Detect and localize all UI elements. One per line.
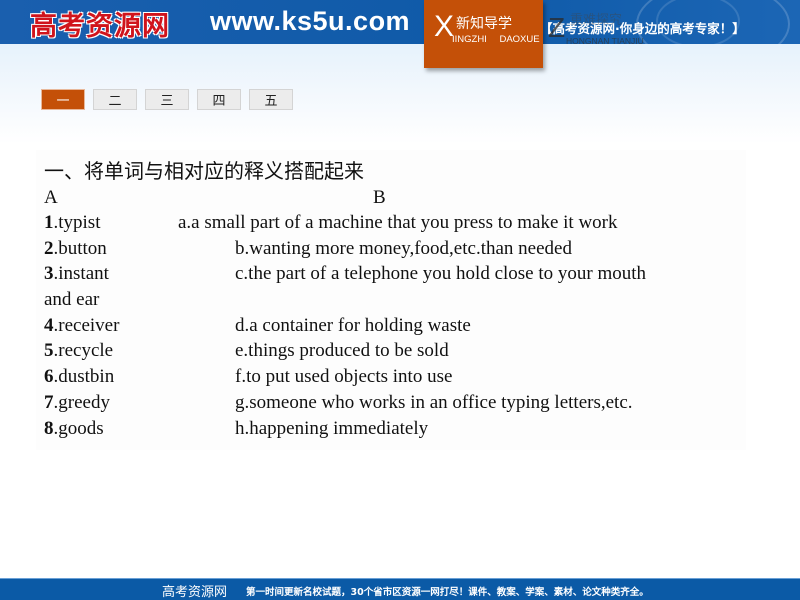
definition-item: f.to put used objects into use (235, 366, 453, 387)
word-item: 5.recycle (44, 340, 113, 362)
word-text: .dustbin (53, 366, 115, 387)
section-tag-title: 新知导学 (456, 16, 512, 32)
site-footer: 高考资源网 第一时间更新名校试题，30个省市区资源一网打尽！课件、教案、学案、素… (0, 578, 800, 600)
word-number: 1 (44, 212, 54, 233)
section-tag-pinyin: IINGZHI DAOXUE (452, 34, 540, 45)
definition-item: d.a container for holding waste (235, 315, 471, 336)
ghost-section-title: 重难探究 (570, 13, 623, 28)
word-number: 2 (44, 238, 54, 259)
word-item: 4.receiver (44, 315, 119, 337)
section-tag: X 新知导学 IINGZHI DAOXUE (424, 0, 543, 68)
tab-2[interactable]: 二 (93, 89, 137, 110)
word-item: 3.instant (44, 263, 109, 285)
word-item: 8.goods (44, 418, 104, 440)
word-number: 7 (44, 392, 54, 413)
word-text: .button (53, 238, 107, 259)
site-header: 高考资源网 www.ks5u.com 【高考资源网·你身边的高考专家！】 重难探… (0, 0, 800, 44)
word-number: 5 (44, 340, 54, 361)
word-text: .typist (53, 212, 101, 233)
definition-item: b.wanting more money,food,etc.than neede… (235, 238, 572, 259)
definition-item: h.happening immediately (235, 418, 429, 439)
definition-continuation: and ear (44, 289, 100, 310)
ghost-section-pinyin: HONGNAN TIANJIU (566, 36, 644, 44)
word-item: 6.dustbin (44, 366, 114, 388)
exercise-title: 一、将单词与相对应的释义搭配起来 (44, 159, 364, 183)
tab-5[interactable]: 五 (249, 89, 293, 110)
word-number: 3 (44, 263, 54, 284)
tab-4[interactable]: 四 (197, 89, 241, 110)
column-a-header: A (44, 187, 58, 208)
footer-text: 第一时间更新名校试题，30个省市区资源一网打尽！课件、教案、学案、素材、论文种类… (246, 587, 649, 598)
definition-item: a.a small part of a machine that you pre… (178, 212, 618, 233)
word-number: 8 (44, 418, 54, 439)
definition-item: e.things produced to be sold (235, 340, 449, 361)
section-tag-letter: X (434, 10, 455, 43)
word-item: 7.greedy (44, 392, 110, 414)
word-text: .goods (53, 418, 104, 439)
tab-1[interactable]: 一 (41, 89, 85, 110)
tab-3[interactable]: 三 (145, 89, 189, 110)
word-number: 6 (44, 366, 54, 387)
word-text: .receiver (53, 315, 120, 336)
section-tabs: 一 二 三 四 五 (41, 89, 293, 110)
footer-brand[interactable]: 高考资源网 (162, 581, 227, 600)
word-item: 2.button (44, 238, 107, 260)
word-text: .greedy (53, 392, 110, 413)
column-b-header: B (373, 187, 386, 208)
site-url[interactable]: www.ks5u.com (210, 6, 410, 37)
word-number: 4 (44, 315, 54, 336)
definition-item: g.someone who works in an office typing … (235, 392, 633, 413)
definition-item: c.the part of a telephone you hold close… (235, 263, 647, 284)
word-text: .recycle (53, 340, 114, 361)
ghost-section-letter: Z (548, 12, 566, 43)
word-item: 1.typist (44, 212, 100, 234)
site-logo[interactable]: 高考资源网 (30, 4, 170, 43)
word-text: .instant (53, 263, 109, 284)
